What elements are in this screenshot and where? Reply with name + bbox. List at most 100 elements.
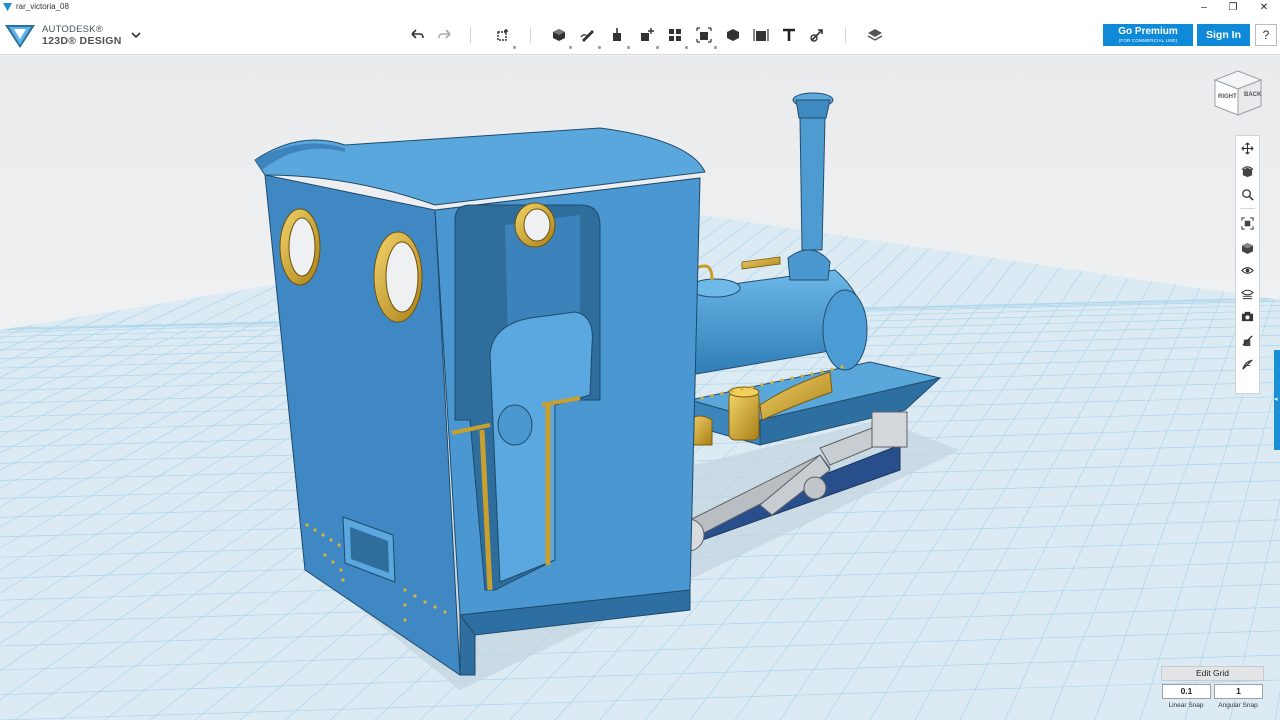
text-icon <box>783 28 795 41</box>
go-premium-label: Go Premium <box>1118 26 1178 37</box>
main-toolbar: AUTODESK® 123D® DESIGN <box>0 15 1280 55</box>
chimney <box>799 117 826 251</box>
text-button[interactable] <box>778 24 800 46</box>
rivet <box>830 367 834 371</box>
visibility-icon <box>1241 267 1254 274</box>
rivet <box>790 376 794 380</box>
orbit-button[interactable] <box>1239 163 1256 180</box>
view-button[interactable] <box>1239 239 1256 256</box>
toolbar-divider <box>470 27 471 43</box>
hide-sketches-icon <box>1242 335 1253 347</box>
hide-meshes-button[interactable] <box>1239 356 1256 373</box>
rivet <box>740 387 744 391</box>
sign-in-button[interactable]: Sign In <box>1197 24 1250 46</box>
hide-sketches-button[interactable] <box>1239 332 1256 349</box>
pan-button[interactable] <box>1239 140 1256 157</box>
materials-button[interactable] <box>864 24 886 46</box>
angular-snap-label: Angular Snap <box>1218 702 1258 709</box>
rivet <box>750 385 754 389</box>
dropdown-caret <box>569 46 572 49</box>
linear-snap-label: Linear Snap <box>1168 702 1204 709</box>
materials-icon <box>867 29 883 41</box>
primitives-icon <box>553 29 565 41</box>
scene-canvas[interactable] <box>0 56 1280 720</box>
camera-button[interactable] <box>1239 308 1256 325</box>
rivet <box>800 374 804 378</box>
chevron-down-icon[interactable] <box>130 29 142 41</box>
rivet <box>700 396 704 400</box>
rivet <box>720 391 724 395</box>
angular-snap-input[interactable]: 1 <box>1214 684 1263 699</box>
dropdown-caret <box>513 46 516 49</box>
primitives-button[interactable] <box>548 24 572 49</box>
rivet <box>433 605 437 609</box>
linear-snap-input[interactable]: 0.1 <box>1162 684 1211 699</box>
transform-button[interactable] <box>492 24 516 49</box>
123d-logo-icon[interactable] <box>5 21 35 49</box>
rivet <box>305 523 309 527</box>
orbit-icon <box>1241 166 1254 178</box>
view-cube[interactable]: RIGHT BACK <box>1212 68 1264 118</box>
visibility-button[interactable] <box>1239 262 1256 279</box>
rivet <box>403 588 407 592</box>
modify-button[interactable] <box>635 24 659 49</box>
dropdown-caret <box>685 46 688 49</box>
nav-divider <box>1240 208 1255 209</box>
combine-button[interactable] <box>722 24 744 46</box>
zoom-button[interactable] <box>1239 186 1256 203</box>
porthole-back-right-glass <box>385 241 419 313</box>
go-premium-button[interactable]: Go Premium (FOR COMMERCIAL USE) <box>1103 24 1193 46</box>
3d-viewport[interactable]: RIGHT BACK <box>0 56 1280 720</box>
construct-button[interactable] <box>606 24 630 49</box>
rivet <box>323 553 327 557</box>
minimize-button[interactable]: – <box>1190 0 1218 15</box>
fit-button[interactable] <box>1239 215 1256 232</box>
transform-icon <box>497 29 508 41</box>
view-cube-right-label: RIGHT <box>1218 94 1237 100</box>
measure-button[interactable] <box>750 24 772 46</box>
rivet <box>770 380 774 384</box>
materials-outlines-button[interactable] <box>1239 285 1256 302</box>
rivet <box>730 389 734 393</box>
sketch-button[interactable] <box>577 24 601 49</box>
toolbar-divider <box>530 27 531 43</box>
crank-pin <box>803 476 827 500</box>
maximize-button[interactable]: ❐ <box>1219 0 1247 15</box>
brand-line-1: AUTODESK® <box>42 24 103 35</box>
help-button[interactable]: ? <box>1255 24 1277 46</box>
modify-icon <box>641 28 654 41</box>
measure-icon <box>753 29 769 41</box>
rivet <box>840 365 844 369</box>
rivet <box>810 372 814 376</box>
rivet <box>780 378 784 382</box>
group-icon <box>696 27 712 43</box>
dropdown-caret <box>714 46 717 49</box>
rivet <box>423 600 427 604</box>
redo-button[interactable] <box>434 24 456 46</box>
navigation-bar <box>1235 135 1260 394</box>
rivet <box>321 533 325 537</box>
rivet <box>403 603 407 607</box>
construct-icon <box>613 28 621 41</box>
rivet <box>339 568 343 572</box>
rivet <box>413 594 417 598</box>
camera-icon <box>1241 311 1254 322</box>
close-button[interactable]: ✕ <box>1250 0 1278 15</box>
app-icon <box>3 3 12 12</box>
brand-name: AUTODESK® 123D® DESIGN <box>42 24 122 47</box>
snap-button[interactable] <box>806 24 828 46</box>
rivet <box>329 538 333 542</box>
rivet <box>341 578 345 582</box>
group-button[interactable] <box>693 24 717 49</box>
pattern-button[interactable] <box>664 24 688 49</box>
combine-icon <box>727 29 739 41</box>
rivet <box>710 394 714 398</box>
materials-outlines-icon <box>1241 289 1254 300</box>
zoom-icon <box>1242 189 1254 201</box>
view-cube-back-label: BACK <box>1244 92 1262 98</box>
porthole-side-glass <box>523 208 551 242</box>
rivet <box>331 560 335 564</box>
undo-button[interactable] <box>406 24 428 46</box>
rivet <box>443 610 447 614</box>
edit-grid-button[interactable]: Edit Grid <box>1161 666 1264 681</box>
